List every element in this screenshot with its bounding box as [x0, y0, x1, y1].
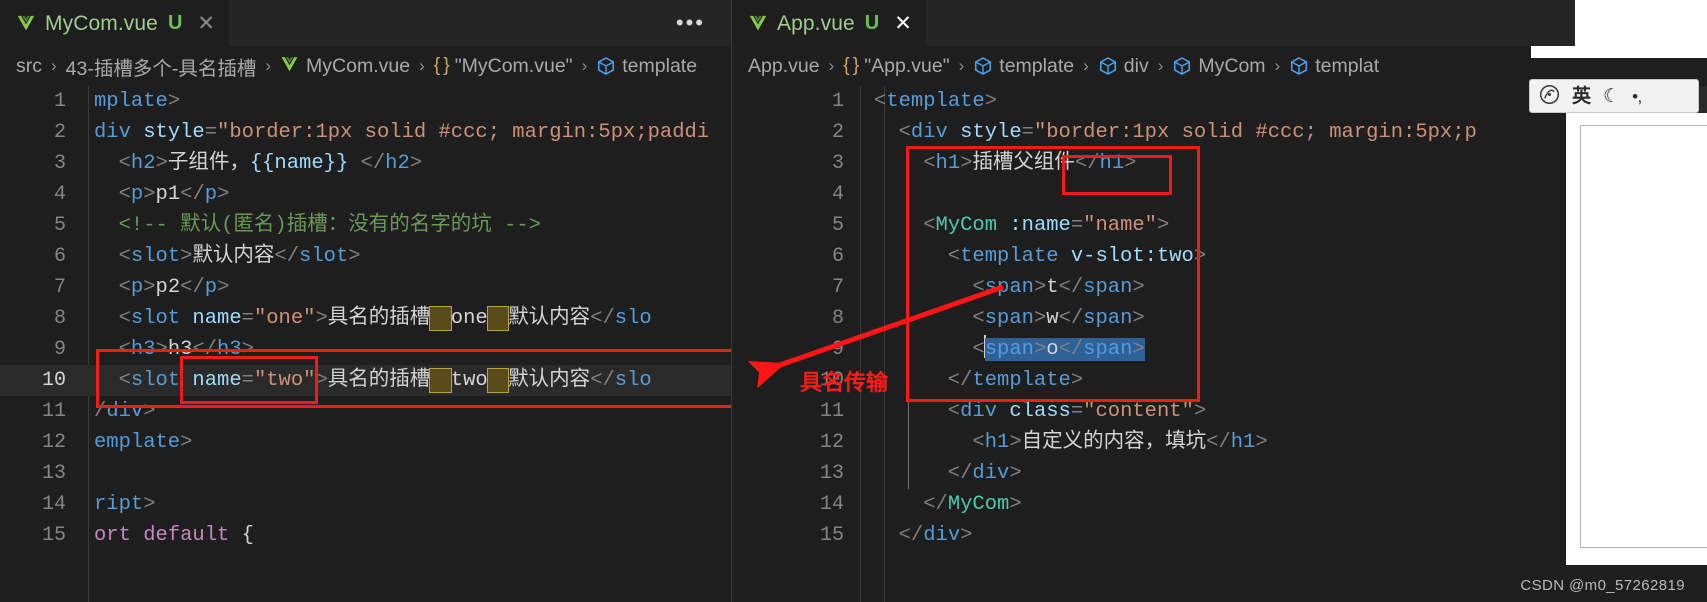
ime-floating-bar[interactable]: 英 ☾ •‚: [1529, 79, 1699, 113]
annotation-arrow: [747, 284, 1004, 389]
background-window-top: [1575, 0, 1707, 46]
background-window-right: [1566, 113, 1707, 565]
ime-punctuation-icon[interactable]: •‚: [1632, 88, 1642, 105]
ime-logo-icon[interactable]: [1539, 84, 1560, 109]
watermark: CSDN @m0_57262819: [1520, 577, 1685, 594]
background-window-strip: [1531, 46, 1707, 58]
ime-moon-icon[interactable]: ☾: [1603, 87, 1620, 106]
ime-language-label[interactable]: 英: [1572, 87, 1591, 106]
